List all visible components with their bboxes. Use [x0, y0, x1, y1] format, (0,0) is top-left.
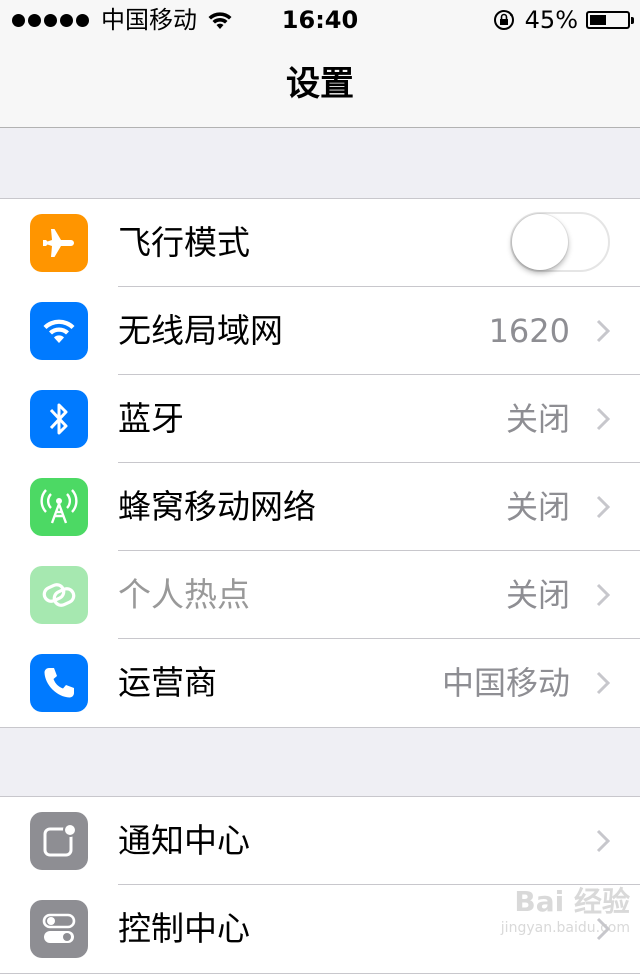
cellular-antenna-icon — [30, 478, 88, 536]
settings-row-bluetooth[interactable]: 蓝牙 关闭 — [0, 375, 640, 463]
settings-row-label: 蓝牙 — [118, 399, 184, 438]
settings-group-system: 通知中心 控制中心 — [0, 796, 640, 974]
wifi-icon — [30, 302, 88, 360]
airplane-icon — [30, 214, 88, 272]
settings-row-label: 蜂窝移动网络 — [118, 487, 316, 526]
settings-row-cellular[interactable]: 蜂窝移动网络 关闭 — [0, 463, 640, 551]
chevron-right-icon — [596, 495, 610, 519]
page-title: 设置 — [286, 64, 354, 104]
hotspot-link-icon — [30, 566, 88, 624]
settings-row-wifi[interactable]: 无线局域网 1620 — [0, 287, 640, 375]
settings-row-label: 飞行模式 — [118, 223, 250, 262]
battery-icon — [586, 11, 634, 29]
bluetooth-icon — [30, 390, 88, 448]
settings-row-value: 关闭 — [505, 488, 570, 526]
settings-row-carrier[interactable]: 运营商 中国移动 — [0, 639, 640, 727]
notification-center-icon — [30, 812, 88, 870]
settings-row-label: 通知中心 — [118, 821, 250, 860]
battery-percentage: 45% — [524, 6, 578, 34]
settings-row-notification-center[interactable]: 通知中心 — [0, 797, 640, 885]
status-bar: 中国移动 16:40 45% — [0, 0, 640, 40]
settings-row-value: 关闭 — [505, 576, 570, 614]
rotation-lock-icon — [493, 10, 514, 30]
toggle-knob — [512, 214, 568, 270]
settings-row-value: 中国移动 — [441, 664, 570, 702]
settings-row-label: 运营商 — [118, 663, 217, 702]
settings-row-value: 1620 — [488, 312, 570, 350]
control-center-icon — [30, 900, 88, 958]
navigation-bar: 设置 — [0, 40, 640, 128]
chevron-right-icon — [596, 319, 610, 343]
settings-group-connectivity: 飞行模式 无线局域网 1620 蓝牙 关闭 蜂窝移动网络 关闭 个人热点 关闭 … — [0, 198, 640, 728]
phone-icon — [30, 654, 88, 712]
airplane-mode-toggle[interactable] — [510, 212, 610, 272]
settings-row-label: 无线局域网 — [118, 311, 283, 350]
settings-row-personal-hotspot[interactable]: 个人热点 关闭 — [0, 551, 640, 639]
chevron-right-icon — [596, 917, 610, 941]
chevron-right-icon — [596, 407, 610, 431]
chevron-right-icon — [596, 829, 610, 853]
settings-row-value: 关闭 — [505, 400, 570, 438]
chevron-right-icon — [596, 671, 610, 695]
settings-row-label: 个人热点 — [118, 575, 250, 614]
chevron-right-icon — [596, 583, 610, 607]
settings-row-airplane-mode: 飞行模式 — [0, 199, 640, 287]
